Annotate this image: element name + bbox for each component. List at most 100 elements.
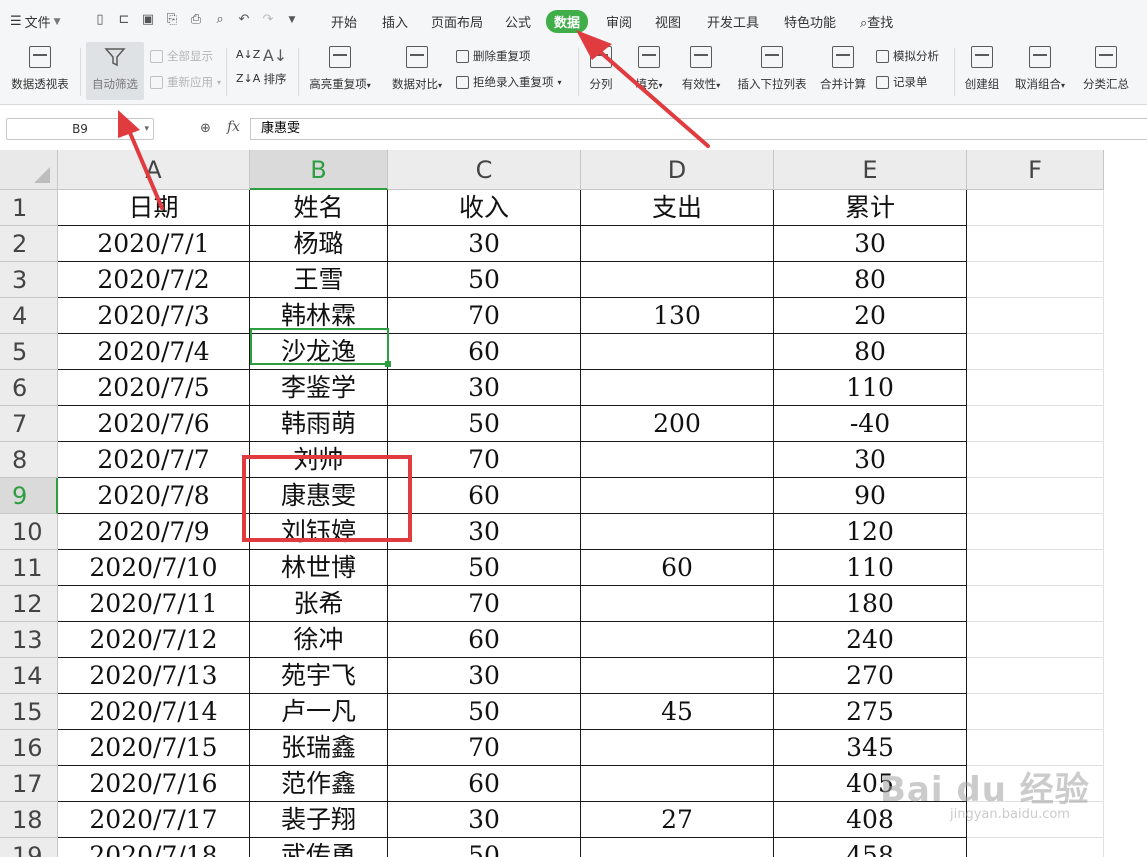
tab-formula[interactable]: 公式 (505, 12, 531, 31)
cell-a14[interactable]: 2020/7/13 (58, 658, 250, 694)
insert-function-icon[interactable]: fx (227, 119, 240, 135)
row-header-8[interactable]: 8 (0, 442, 58, 478)
cell-f16[interactable] (967, 730, 1104, 766)
cell-d10[interactable] (581, 514, 774, 550)
cell-b19[interactable]: 武传勇 (250, 838, 388, 857)
cell-f14[interactable] (967, 658, 1104, 694)
cell-c9[interactable]: 60 (388, 478, 581, 514)
open-folder-icon[interactable]: ⊏ (116, 12, 132, 28)
row-header-16[interactable]: 16 (0, 730, 58, 766)
cell-a17[interactable]: 2020/7/16 (58, 766, 250, 802)
cell-a5[interactable]: 2020/7/4 (58, 334, 250, 370)
cell-f3[interactable] (967, 262, 1104, 298)
cell-f1[interactable] (967, 190, 1104, 226)
cell-f10[interactable] (967, 514, 1104, 550)
cell-d14[interactable] (581, 658, 774, 694)
row-header-4[interactable]: 4 (0, 298, 58, 334)
cell-c3[interactable]: 50 (388, 262, 581, 298)
row-header-18[interactable]: 18 (0, 802, 58, 838)
cell-b8[interactable]: 刘帅 (250, 442, 388, 478)
cell-f6[interactable] (967, 370, 1104, 406)
cell-f2[interactable] (967, 226, 1104, 262)
sort-asc-button[interactable]: A↓Z (236, 48, 260, 61)
column-header-c[interactable]: C (388, 150, 581, 190)
cell-f12[interactable] (967, 586, 1104, 622)
cell-d16[interactable] (581, 730, 774, 766)
cell-d15[interactable]: 45 (581, 694, 774, 730)
tab-view[interactable]: 视图 (655, 12, 681, 31)
save-icon[interactable]: ▣ (140, 12, 156, 28)
cell-e11[interactable]: 110 (774, 550, 967, 586)
cell-e12[interactable]: 180 (774, 586, 967, 622)
cell-d6[interactable] (581, 370, 774, 406)
split-column-button[interactable]: 分列 (584, 42, 618, 100)
cell-d12[interactable] (581, 586, 774, 622)
cell-b6[interactable]: 李鉴学 (250, 370, 388, 406)
cell-b10[interactable]: 刘钰婷 (250, 514, 388, 550)
cell-a15[interactable]: 2020/7/14 (58, 694, 250, 730)
cell-e19[interactable]: 458 (774, 838, 967, 857)
cell-b9[interactable]: 康惠雯 (250, 478, 388, 514)
formula-input[interactable]: 康惠雯 (250, 118, 1147, 140)
cell-b15[interactable]: 卢一凡 (250, 694, 388, 730)
new-file-icon[interactable]: ▯ (92, 12, 108, 28)
row-header-19[interactable]: 19 (0, 838, 58, 857)
row-header-17[interactable]: 17 (0, 766, 58, 802)
row-header-2[interactable]: 2 (0, 226, 58, 262)
cell-c14[interactable]: 30 (388, 658, 581, 694)
cell-c10[interactable]: 30 (388, 514, 581, 550)
simulation-analysis-button[interactable]: 模拟分析 (876, 48, 939, 64)
cell-c16[interactable]: 70 (388, 730, 581, 766)
cell-c1[interactable]: 收入 (388, 190, 581, 226)
cell-d18[interactable]: 27 (581, 802, 774, 838)
cell-d3[interactable] (581, 262, 774, 298)
row-header-12[interactable]: 12 (0, 586, 58, 622)
cell-e3[interactable]: 80 (774, 262, 967, 298)
reapply-button[interactable]: 重新应用 ▾ (150, 74, 221, 90)
cell-d9[interactable] (581, 478, 774, 514)
search-button[interactable]: ⌕查找 (860, 12, 893, 31)
validity-button[interactable]: 有效性▾ (676, 42, 726, 100)
row-header-9[interactable]: 9 (0, 478, 58, 514)
cell-c12[interactable]: 70 (388, 586, 581, 622)
fill-button[interactable]: 填充▾ (628, 42, 670, 100)
record-form-button[interactable]: 记录单 (876, 74, 928, 90)
cell-b16[interactable]: 张瑞鑫 (250, 730, 388, 766)
cell-a7[interactable]: 2020/7/6 (58, 406, 250, 442)
cell-d1[interactable]: 支出 (581, 190, 774, 226)
cell-e15[interactable]: 275 (774, 694, 967, 730)
cell-f17[interactable] (967, 766, 1104, 802)
data-compare-button[interactable]: 数据对比▾ (386, 42, 448, 100)
pivot-table-button[interactable]: 数据透视表 (8, 42, 72, 100)
reject-duplicates-button[interactable]: 拒绝录入重复项 ▾ (456, 74, 562, 90)
cell-f8[interactable] (967, 442, 1104, 478)
tab-developer[interactable]: 开发工具 (707, 12, 759, 31)
cell-a4[interactable]: 2020/7/3 (58, 298, 250, 334)
cell-a11[interactable]: 2020/7/10 (58, 550, 250, 586)
cell-f11[interactable] (967, 550, 1104, 586)
cell-a10[interactable]: 2020/7/9 (58, 514, 250, 550)
cell-e9[interactable]: 90 (774, 478, 967, 514)
cell-d4[interactable]: 130 (581, 298, 774, 334)
cell-f7[interactable] (967, 406, 1104, 442)
create-group-button[interactable]: 创建组 (960, 42, 1004, 100)
cell-e17[interactable]: 405 (774, 766, 967, 802)
cell-f4[interactable] (967, 298, 1104, 334)
cell-b13[interactable]: 徐冲 (250, 622, 388, 658)
cell-b14[interactable]: 苑宇飞 (250, 658, 388, 694)
export-icon[interactable]: ⎘ (164, 12, 180, 28)
cell-a3[interactable]: 2020/7/2 (58, 262, 250, 298)
insert-dropdown-list-button[interactable]: 插入下拉列表 (734, 42, 810, 100)
column-header-e[interactable]: E (774, 150, 967, 190)
row-header-3[interactable]: 3 (0, 262, 58, 298)
cell-b5[interactable]: 沙龙逸 (250, 334, 388, 370)
cell-c6[interactable]: 30 (388, 370, 581, 406)
cell-b12[interactable]: 张希 (250, 586, 388, 622)
cell-c18[interactable]: 30 (388, 802, 581, 838)
cell-e16[interactable]: 345 (774, 730, 967, 766)
row-header-6[interactable]: 6 (0, 370, 58, 406)
cell-e1[interactable]: 累计 (774, 190, 967, 226)
cell-a16[interactable]: 2020/7/15 (58, 730, 250, 766)
cell-e8[interactable]: 30 (774, 442, 967, 478)
cell-c17[interactable]: 60 (388, 766, 581, 802)
